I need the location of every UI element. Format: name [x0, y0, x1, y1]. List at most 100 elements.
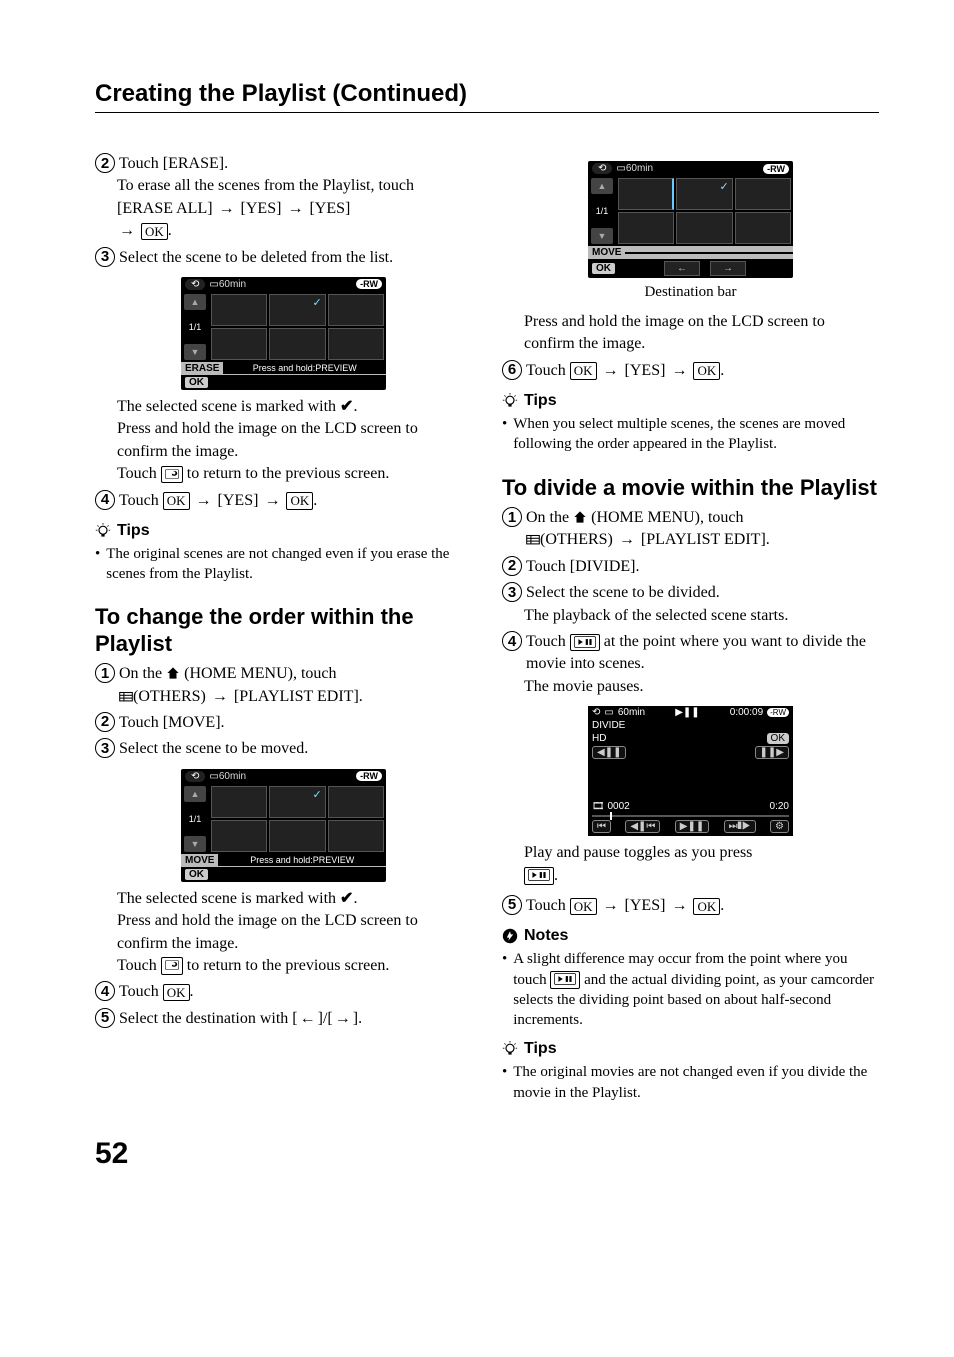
- thumb: [328, 328, 384, 360]
- tips-label: Tips: [117, 522, 150, 540]
- c1-a: On the: [119, 665, 166, 682]
- d5-c: .: [720, 897, 724, 914]
- d3: Select the scene to be divided.: [526, 582, 720, 604]
- thumb: [211, 328, 267, 360]
- up-button: ▲: [184, 294, 206, 310]
- move-dest-screenshot: ⟲▭ 60min-RW ▲1/1▼ MOVE OK←→: [588, 161, 793, 278]
- up-button: ▲: [591, 178, 613, 194]
- heading-change-order: To change the order within the Playlist: [95, 604, 472, 657]
- time-remaining: 60min: [626, 163, 653, 174]
- c1-b: (HOME MENU), touch: [180, 665, 336, 682]
- battery-icon: ▭: [604, 707, 613, 718]
- options-button: ⚙: [770, 820, 789, 833]
- hint-text: Press and hold:PREVIEW: [218, 854, 386, 866]
- step-3-text: Select the scene to be deleted from the …: [119, 247, 393, 269]
- tips-label: Tips: [524, 392, 557, 410]
- right-column: ⟲▭ 60min-RW ▲1/1▼ MOVE OK←→ Destination …: [502, 153, 879, 1107]
- ok-button-ref: OK: [570, 362, 597, 380]
- c4-b: .: [190, 983, 194, 1000]
- frame-fwd-button: ❚❚▶: [755, 746, 789, 759]
- timeline: [592, 815, 789, 817]
- battery-icon: ▭: [209, 279, 218, 290]
- c5-c: ].: [353, 1010, 362, 1027]
- disc-type-badge: -RW: [356, 279, 382, 289]
- play-pause-icon: ▶❚❚: [675, 707, 699, 718]
- c2: Touch [MOVE].: [119, 712, 225, 734]
- arrow-icon: →: [217, 200, 237, 217]
- step-4-c: .: [313, 492, 317, 509]
- d-after-b: .: [554, 867, 558, 884]
- return-button-ref: [161, 957, 183, 975]
- disc-type-badge: -RW: [356, 771, 382, 781]
- d4-c: The movie pauses.: [524, 676, 879, 698]
- tip-1: The original scenes are not changed even…: [106, 544, 472, 585]
- down-button: ▼: [184, 836, 206, 852]
- arrow-icon: →: [117, 222, 137, 239]
- battery-icon: ▭: [209, 771, 218, 782]
- mode-label: ERASE: [181, 362, 223, 375]
- hint-text: Press and hold:PREVIEW: [223, 362, 386, 374]
- thumb: [269, 820, 325, 852]
- d5-a: Touch: [526, 897, 570, 914]
- return-button-ref: [161, 466, 183, 484]
- d4-a: Touch: [526, 633, 570, 650]
- up-button: ▲: [184, 786, 206, 802]
- ok-button: OK: [767, 733, 789, 744]
- move-screenshot: ⟲▭ 60min-RW ▲1/1▼ MOVEPress and hold:PRE…: [181, 769, 386, 882]
- page-indicator: 1/1: [189, 814, 202, 824]
- d2: Touch [DIVIDE].: [526, 556, 640, 578]
- d-step-5-num: 5: [502, 895, 522, 915]
- step-2-detail-d: .: [168, 222, 172, 239]
- c1-d: [PLAYLIST EDIT].: [230, 688, 363, 705]
- d-after-a: Play and pause toggles as you press: [524, 844, 752, 861]
- thumb: [618, 212, 674, 244]
- after3-c: Press and hold the image on the LCD scre…: [117, 418, 472, 463]
- r-after-a: Press and hold the image on the LCD scre…: [524, 311, 879, 356]
- after3-b: .: [353, 398, 357, 415]
- thumb: [676, 212, 732, 244]
- return-icon: ⟲: [592, 707, 600, 718]
- arrow-icon: →: [669, 362, 689, 379]
- thumb: [211, 786, 267, 818]
- erase-screenshot: ⟲▭ 60min-RW ▲1/1▼ ERASEPress and hold:PR…: [181, 277, 386, 390]
- c5-b: ]/[: [318, 1010, 333, 1027]
- rtip1: When you select multiple scenes, the sce…: [513, 414, 879, 455]
- check-icon: ✔: [340, 890, 353, 907]
- thumb: [211, 294, 267, 326]
- ok-button: OK: [592, 263, 615, 274]
- note1: A slight difference may occur from the p…: [513, 949, 879, 1030]
- arrow-icon: →: [210, 688, 230, 705]
- arrow-icon: →: [669, 897, 689, 914]
- r-step-6-num: 6: [502, 360, 522, 380]
- time-remaining: 60min: [219, 279, 246, 290]
- ok-button: OK: [185, 377, 208, 388]
- c-step-3-num: 3: [95, 738, 115, 758]
- ok-button: OK: [185, 869, 208, 880]
- play-pause-button-ref: [550, 971, 580, 989]
- after3-d2: to return to the previous screen.: [183, 465, 390, 482]
- thumb-selected: [269, 294, 325, 326]
- play-pause-button-ref: [570, 634, 600, 652]
- c4-a: Touch: [119, 983, 163, 1000]
- bulb-icon: [502, 393, 518, 409]
- c-step-5-num: 5: [95, 1008, 115, 1028]
- divide-title: DIVIDE: [592, 720, 625, 731]
- clip-index: 🎞 0002: [592, 801, 630, 812]
- left-column: 2 Touch [ERASE]. To erase all the scenes…: [95, 153, 472, 1107]
- thumb: [328, 294, 384, 326]
- afterc3-d1: Touch: [117, 957, 161, 974]
- hint-blank: [625, 252, 793, 254]
- thumb: [618, 178, 674, 210]
- arrow-icon: →: [262, 492, 282, 509]
- d1-d: [PLAYLIST EDIT].: [637, 531, 770, 548]
- time-remaining: 60min: [219, 771, 246, 782]
- tips-label: Tips: [524, 1040, 557, 1058]
- arrow-icon: →: [601, 362, 621, 379]
- step-2-detail-b: [YES]: [237, 200, 286, 217]
- c-step-4-num: 4: [95, 981, 115, 1001]
- step-4-a: Touch: [119, 492, 163, 509]
- down-button: ▼: [591, 228, 613, 244]
- ok-button-ref: OK: [141, 223, 168, 241]
- thumb: [735, 212, 791, 244]
- c3: Select the scene to be moved.: [119, 738, 308, 760]
